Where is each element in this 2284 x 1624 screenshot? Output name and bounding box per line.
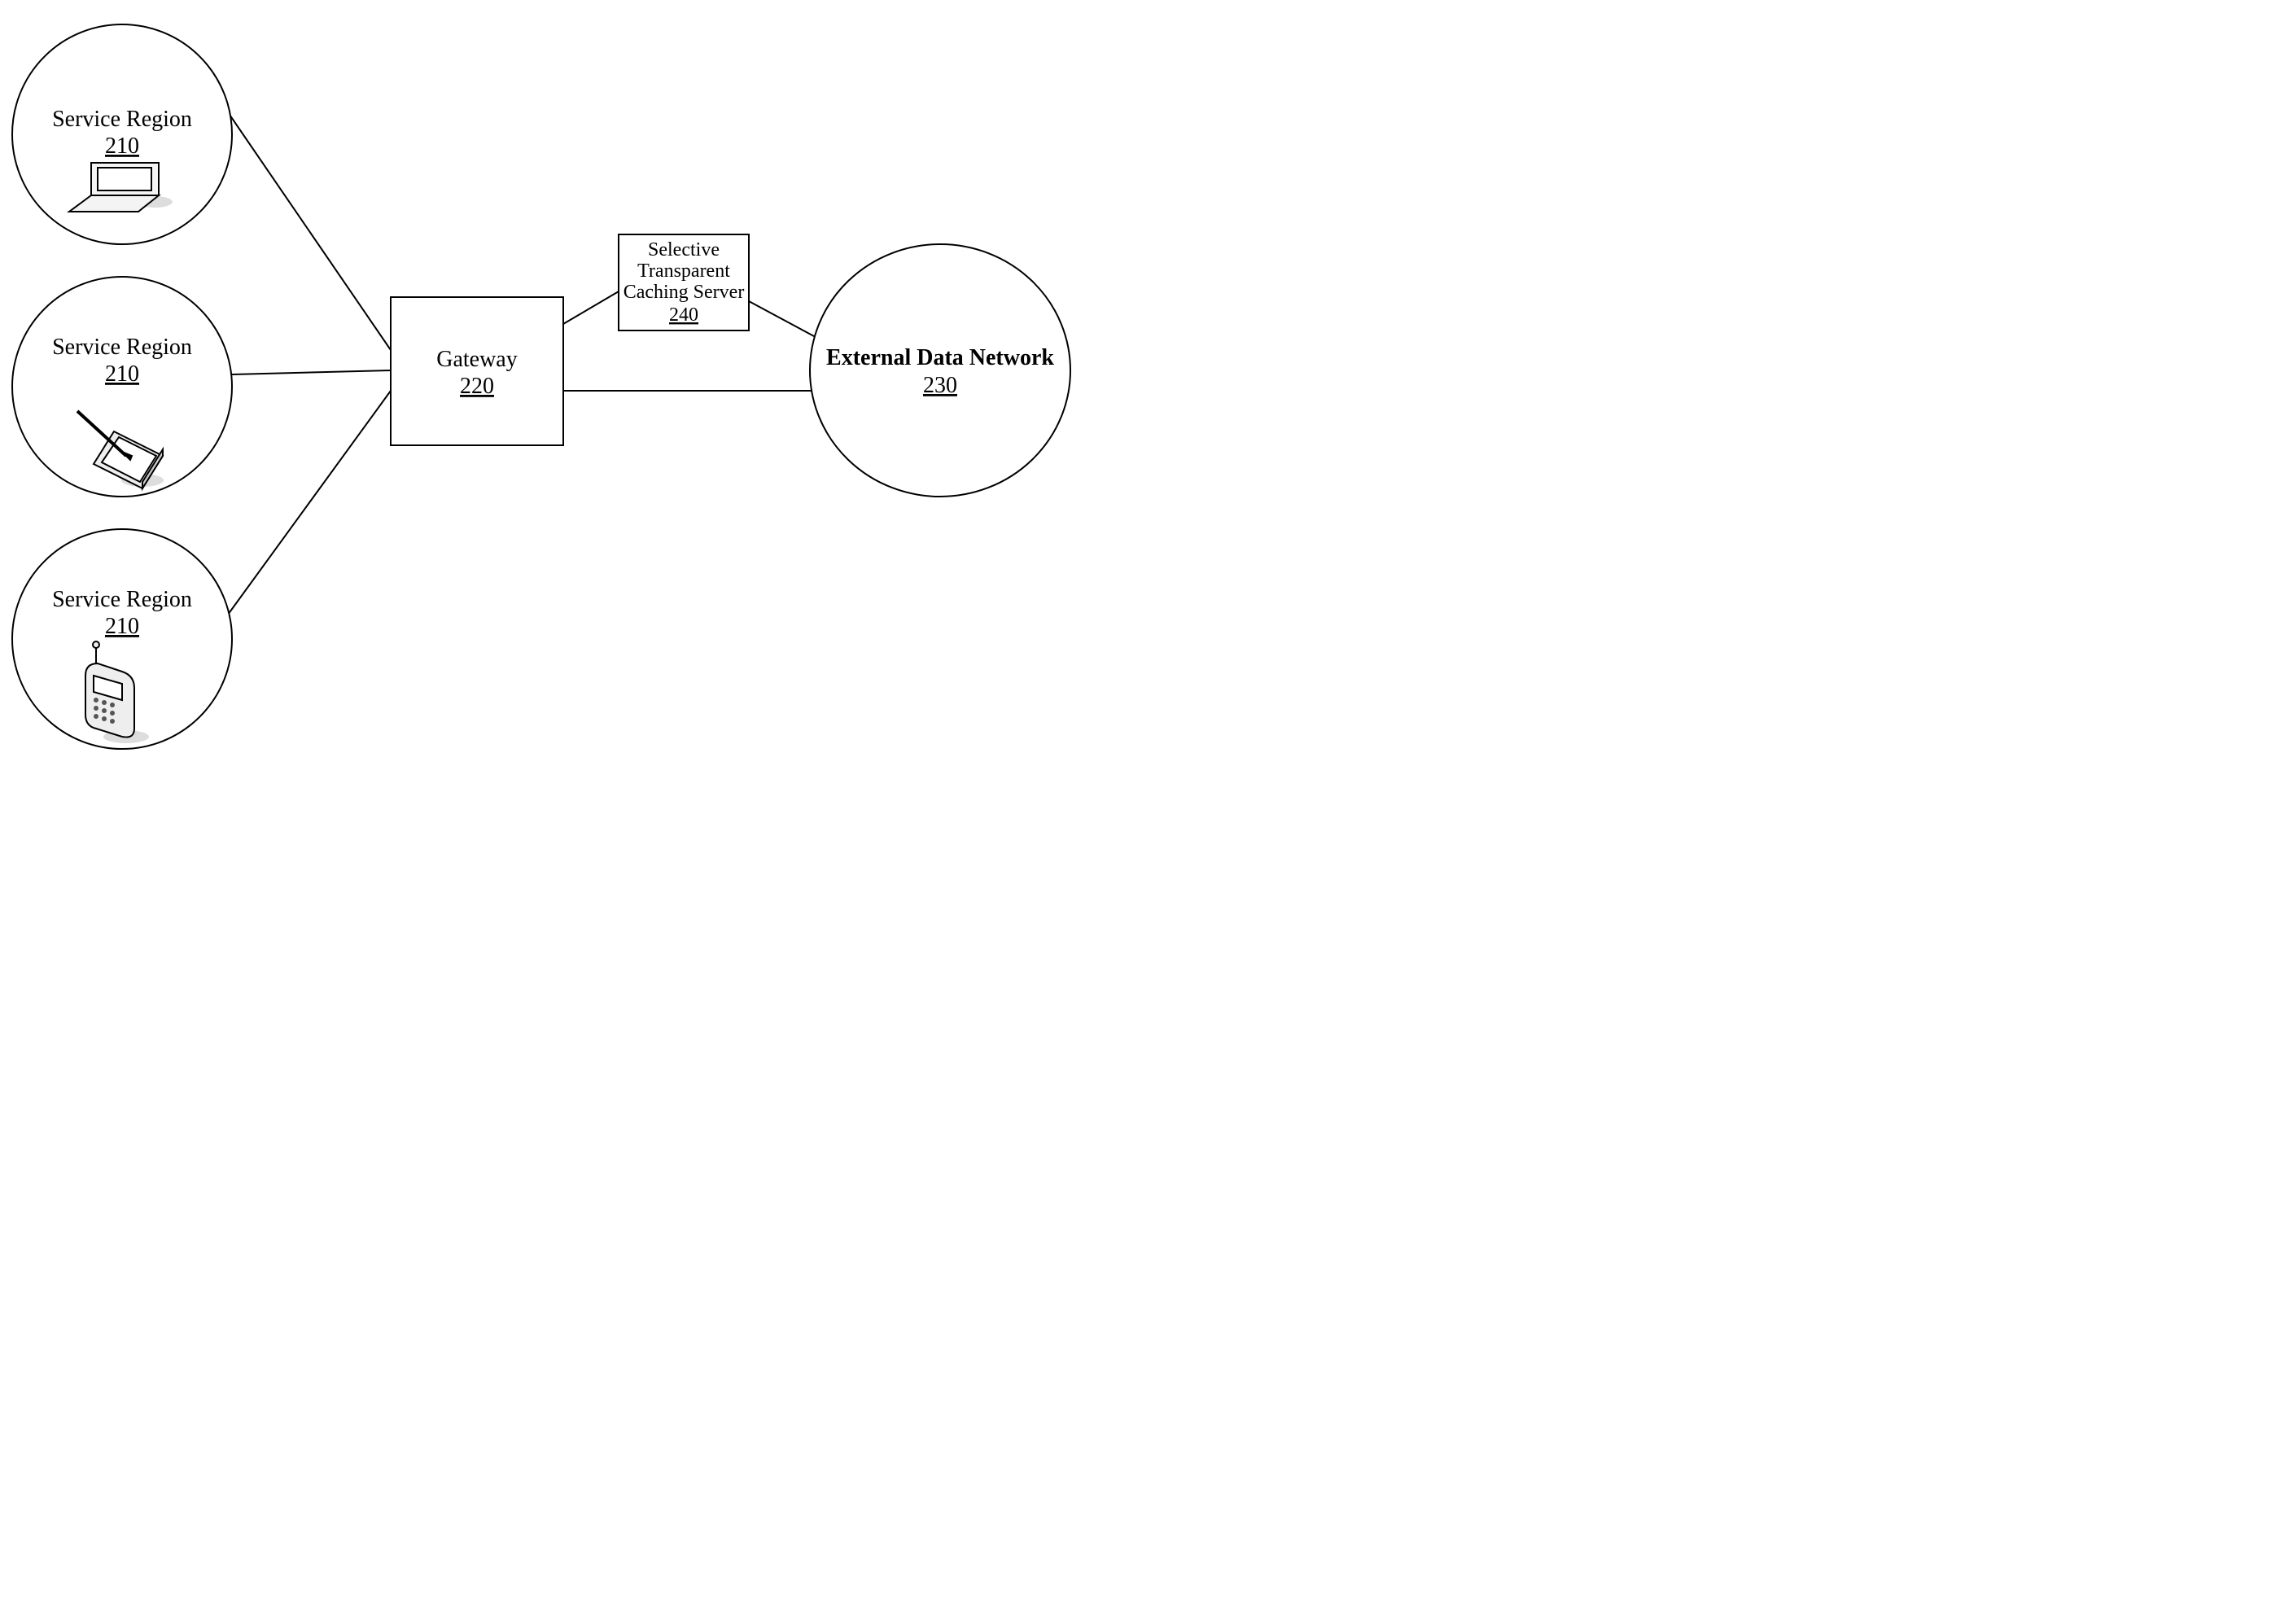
cache-num: 240 xyxy=(669,304,698,326)
external-network-node: External Data Network 230 xyxy=(810,244,1070,497)
external-ellipse xyxy=(810,244,1070,497)
service-region-1-num: 210 xyxy=(105,134,139,159)
edge-cache-external xyxy=(749,301,825,342)
cache-label-3: Caching Server xyxy=(624,282,745,303)
external-num: 230 xyxy=(923,373,957,398)
service-region-2-num: 210 xyxy=(105,361,139,387)
network-diagram: Service Region 210 Service Region 210 xyxy=(0,0,1221,869)
external-label: External Data Network xyxy=(826,345,1054,370)
service-region-3: Service Region 210 xyxy=(12,529,232,749)
service-region-2: Service Region 210 xyxy=(12,277,232,497)
edge-sr2-gateway xyxy=(232,370,391,374)
gateway-node: Gateway 220 xyxy=(391,297,563,445)
service-region-1: Service Region 210 xyxy=(12,24,232,244)
edge-sr1-gateway xyxy=(226,110,391,350)
gateway-label: Gateway xyxy=(436,347,518,372)
service-region-3-num: 210 xyxy=(105,614,139,639)
cache-node: Selective Transparent Caching Server 240 xyxy=(619,234,749,330)
gateway-num: 220 xyxy=(460,374,494,399)
service-region-2-label: Service Region xyxy=(52,335,192,360)
service-region-1-label: Service Region xyxy=(52,107,192,132)
edge-sr3-gateway xyxy=(228,391,391,615)
cache-label-2: Transparent xyxy=(637,260,730,282)
edge-gateway-cache xyxy=(563,291,619,324)
service-region-3-label: Service Region xyxy=(52,587,192,612)
cache-label-1: Selective xyxy=(648,239,720,260)
